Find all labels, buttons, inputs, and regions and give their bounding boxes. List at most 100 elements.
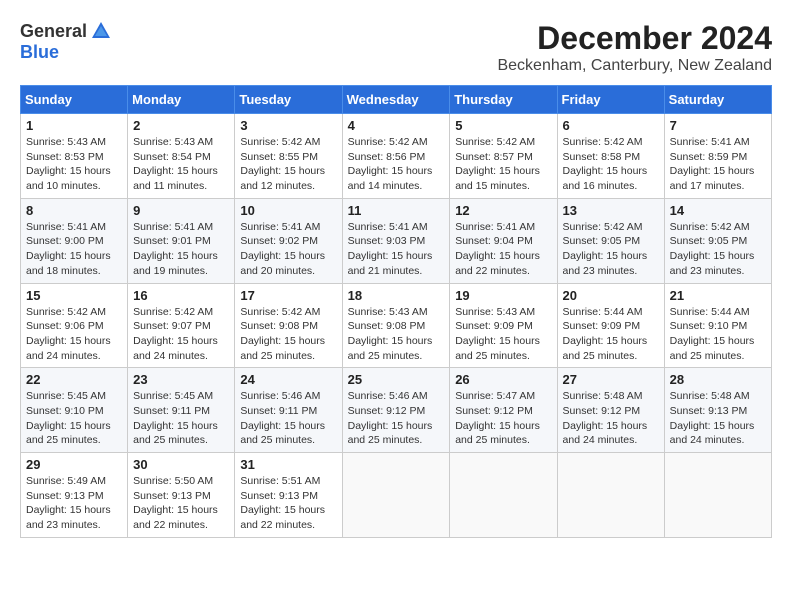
- calendar-cell: 4 Sunrise: 5:42 AM Sunset: 8:56 PM Daylig…: [342, 114, 450, 199]
- calendar-cell: 15Sunrise: 5:42 AM Sunset: 9:06 PM Dayli…: [21, 283, 128, 368]
- column-header-friday: Friday: [557, 86, 664, 114]
- day-number: 19: [455, 288, 551, 303]
- day-info: Sunrise: 5:43 AM Sunset: 8:54 PM Dayligh…: [133, 135, 229, 194]
- day-number: 23: [133, 372, 229, 387]
- calendar-cell: 24 Sunrise: 5:46 AM Sunset: 9:11 PM Dayli…: [235, 368, 342, 453]
- calendar-cell: 6 Sunrise: 5:42 AM Sunset: 8:58 PM Daylig…: [557, 114, 664, 199]
- calendar-cell: 28 Sunrise: 5:48 AM Sunset: 9:13 PM Dayli…: [664, 368, 771, 453]
- calendar-cell: 19 Sunrise: 5:43 AM Sunset: 9:09 PM Dayli…: [450, 283, 557, 368]
- day-info: Sunrise: 5:42 AM Sunset: 9:06 PM Dayligh…: [26, 305, 122, 364]
- calendar-cell: 29Sunrise: 5:49 AM Sunset: 9:13 PM Dayli…: [21, 453, 128, 538]
- day-number: 17: [240, 288, 336, 303]
- day-number: 18: [348, 288, 445, 303]
- calendar-week-row: 15Sunrise: 5:42 AM Sunset: 9:06 PM Dayli…: [21, 283, 772, 368]
- day-number: 25: [348, 372, 445, 387]
- day-number: 12: [455, 203, 551, 218]
- calendar-cell: 16 Sunrise: 5:42 AM Sunset: 9:07 PM Dayli…: [128, 283, 235, 368]
- day-info: Sunrise: 5:41 AM Sunset: 9:03 PM Dayligh…: [348, 220, 445, 279]
- calendar-cell: 20Sunrise: 5:44 AM Sunset: 9:09 PM Dayli…: [557, 283, 664, 368]
- day-number: 30: [133, 457, 229, 472]
- logo-blue: Blue: [20, 42, 59, 62]
- calendar-cell: 3Sunrise: 5:42 AM Sunset: 8:55 PM Daylig…: [235, 114, 342, 199]
- day-number: 24: [240, 372, 336, 387]
- day-info: Sunrise: 5:41 AM Sunset: 9:01 PM Dayligh…: [133, 220, 229, 279]
- calendar-cell: 8 Sunrise: 5:41 AM Sunset: 9:00 PM Daylig…: [21, 198, 128, 283]
- column-header-saturday: Saturday: [664, 86, 771, 114]
- calendar-cell: [664, 453, 771, 538]
- calendar-cell: 12 Sunrise: 5:41 AM Sunset: 9:04 PM Dayli…: [450, 198, 557, 283]
- column-header-sunday: Sunday: [21, 86, 128, 114]
- calendar-week-row: 1 Sunrise: 5:43 AM Sunset: 8:53 PM Daylig…: [21, 114, 772, 199]
- day-number: 21: [670, 288, 766, 303]
- day-info: Sunrise: 5:42 AM Sunset: 8:57 PM Dayligh…: [455, 135, 551, 194]
- day-info: Sunrise: 5:47 AM Sunset: 9:12 PM Dayligh…: [455, 389, 551, 448]
- day-number: 22: [26, 372, 122, 387]
- day-info: Sunrise: 5:48 AM Sunset: 9:13 PM Dayligh…: [670, 389, 766, 448]
- day-info: Sunrise: 5:43 AM Sunset: 9:09 PM Dayligh…: [455, 305, 551, 364]
- day-number: 4: [348, 118, 445, 133]
- day-info: Sunrise: 5:50 AM Sunset: 9:13 PM Dayligh…: [133, 474, 229, 533]
- day-info: Sunrise: 5:41 AM Sunset: 9:04 PM Dayligh…: [455, 220, 551, 279]
- calendar-header-row: SundayMondayTuesdayWednesdayThursdayFrid…: [21, 86, 772, 114]
- calendar-cell: 26 Sunrise: 5:47 AM Sunset: 9:12 PM Dayli…: [450, 368, 557, 453]
- calendar-cell: 22 Sunrise: 5:45 AM Sunset: 9:10 PM Dayli…: [21, 368, 128, 453]
- calendar-cell: 7Sunrise: 5:41 AM Sunset: 8:59 PM Daylig…: [664, 114, 771, 199]
- calendar-cell: [557, 453, 664, 538]
- calendar-cell: 14Sunrise: 5:42 AM Sunset: 9:05 PM Dayli…: [664, 198, 771, 283]
- day-info: Sunrise: 5:46 AM Sunset: 9:11 PM Dayligh…: [240, 389, 336, 448]
- day-number: 26: [455, 372, 551, 387]
- day-number: 8: [26, 203, 122, 218]
- day-info: Sunrise: 5:43 AM Sunset: 8:53 PM Dayligh…: [26, 135, 122, 194]
- calendar-week-row: 22 Sunrise: 5:45 AM Sunset: 9:10 PM Dayli…: [21, 368, 772, 453]
- day-number: 2: [133, 118, 229, 133]
- day-number: 1: [26, 118, 122, 133]
- day-number: 5: [455, 118, 551, 133]
- day-number: 16: [133, 288, 229, 303]
- column-header-wednesday: Wednesday: [342, 86, 450, 114]
- calendar-week-row: 8 Sunrise: 5:41 AM Sunset: 9:00 PM Daylig…: [21, 198, 772, 283]
- calendar-cell: 27 Sunrise: 5:48 AM Sunset: 9:12 PM Dayli…: [557, 368, 664, 453]
- day-number: 10: [240, 203, 336, 218]
- calendar-week-row: 29Sunrise: 5:49 AM Sunset: 9:13 PM Dayli…: [21, 453, 772, 538]
- logo: General Blue: [20, 20, 113, 63]
- column-header-thursday: Thursday: [450, 86, 557, 114]
- location: Beckenham, Canterbury, New Zealand: [497, 57, 772, 75]
- day-info: Sunrise: 5:42 AM Sunset: 9:07 PM Dayligh…: [133, 305, 229, 364]
- day-info: Sunrise: 5:43 AM Sunset: 9:08 PM Dayligh…: [348, 305, 445, 364]
- day-number: 6: [563, 118, 659, 133]
- day-number: 14: [670, 203, 766, 218]
- day-info: Sunrise: 5:49 AM Sunset: 9:13 PM Dayligh…: [26, 474, 122, 533]
- calendar-cell: 11Sunrise: 5:41 AM Sunset: 9:03 PM Dayli…: [342, 198, 450, 283]
- day-number: 28: [670, 372, 766, 387]
- title-section: December 2024 Beckenham, Canterbury, New…: [497, 20, 772, 75]
- day-info: Sunrise: 5:42 AM Sunset: 9:08 PM Dayligh…: [240, 305, 336, 364]
- calendar-cell: [342, 453, 450, 538]
- day-info: Sunrise: 5:41 AM Sunset: 8:59 PM Dayligh…: [670, 135, 766, 194]
- day-info: Sunrise: 5:42 AM Sunset: 9:05 PM Dayligh…: [563, 220, 659, 279]
- day-number: 27: [563, 372, 659, 387]
- day-info: Sunrise: 5:45 AM Sunset: 9:10 PM Dayligh…: [26, 389, 122, 448]
- day-info: Sunrise: 5:51 AM Sunset: 9:13 PM Dayligh…: [240, 474, 336, 533]
- day-info: Sunrise: 5:42 AM Sunset: 8:56 PM Dayligh…: [348, 135, 445, 194]
- calendar-cell: 9Sunrise: 5:41 AM Sunset: 9:01 PM Daylig…: [128, 198, 235, 283]
- logo-icon: [90, 20, 112, 42]
- calendar-cell: 2 Sunrise: 5:43 AM Sunset: 8:54 PM Daylig…: [128, 114, 235, 199]
- column-header-tuesday: Tuesday: [235, 86, 342, 114]
- calendar-cell: 31 Sunrise: 5:51 AM Sunset: 9:13 PM Dayli…: [235, 453, 342, 538]
- calendar-cell: [450, 453, 557, 538]
- day-info: Sunrise: 5:42 AM Sunset: 8:58 PM Dayligh…: [563, 135, 659, 194]
- calendar-cell: 18 Sunrise: 5:43 AM Sunset: 9:08 PM Dayli…: [342, 283, 450, 368]
- day-info: Sunrise: 5:41 AM Sunset: 9:00 PM Dayligh…: [26, 220, 122, 279]
- calendar-cell: 5 Sunrise: 5:42 AM Sunset: 8:57 PM Daylig…: [450, 114, 557, 199]
- month-title: December 2024: [497, 20, 772, 57]
- day-number: 3: [240, 118, 336, 133]
- day-number: 31: [240, 457, 336, 472]
- page-header: General Blue December 2024 Beckenham, Ca…: [20, 20, 772, 75]
- day-number: 20: [563, 288, 659, 303]
- calendar-cell: 30 Sunrise: 5:50 AM Sunset: 9:13 PM Dayli…: [128, 453, 235, 538]
- day-info: Sunrise: 5:45 AM Sunset: 9:11 PM Dayligh…: [133, 389, 229, 448]
- calendar-cell: 17 Sunrise: 5:42 AM Sunset: 9:08 PM Dayli…: [235, 283, 342, 368]
- day-info: Sunrise: 5:48 AM Sunset: 9:12 PM Dayligh…: [563, 389, 659, 448]
- day-info: Sunrise: 5:44 AM Sunset: 9:10 PM Dayligh…: [670, 305, 766, 364]
- day-number: 13: [563, 203, 659, 218]
